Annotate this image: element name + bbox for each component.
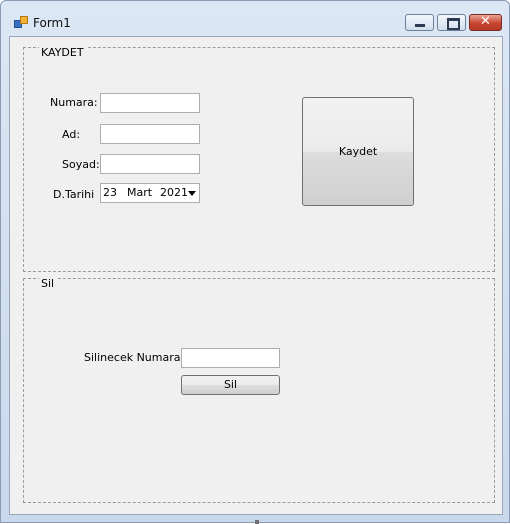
silinecek-numara-label: Silinecek Numara: (84, 351, 185, 364)
sil-button[interactable]: Sil (181, 375, 280, 395)
maximize-button[interactable] (437, 14, 466, 31)
ad-label: Ad: (62, 128, 81, 141)
close-icon: ✕ (480, 14, 491, 29)
form-client-area: KAYDET Numara: Ad: Soyad: D.Tarihi 23 Ma… (9, 36, 503, 515)
date-month: Mart (127, 186, 153, 199)
sil-group-title: Sil (39, 277, 57, 290)
dtarihi-label: D.Tarihi (53, 188, 95, 201)
numara-label: Numara: (50, 96, 98, 109)
soyad-input[interactable] (100, 154, 200, 174)
silinecek-numara-input[interactable] (181, 348, 280, 368)
window-title: Form1 (33, 16, 71, 30)
kaydet-group-title: KAYDET (39, 46, 86, 59)
chevron-down-icon[interactable] (188, 191, 196, 196)
date-year: 2021 (160, 186, 188, 199)
maximize-icon (447, 18, 460, 30)
kaydet-groupbox: KAYDET Numara: Ad: Soyad: D.Tarihi 23 Ma… (23, 46, 495, 272)
minimize-button[interactable] (405, 14, 434, 31)
numara-input[interactable] (100, 93, 200, 113)
ad-input[interactable] (100, 124, 200, 144)
dtarihi-datepicker[interactable]: 23 Mart 2021 (100, 183, 200, 203)
main-window: Form1 ✕ KAYDET Numara: Ad: Soyad: D.Tari… (0, 0, 510, 524)
minimize-icon (415, 24, 425, 27)
kaydet-button[interactable]: Kaydet (302, 97, 414, 206)
resize-grip-icon[interactable] (255, 520, 259, 524)
date-day: 23 (103, 186, 117, 199)
form-app-icon (14, 16, 28, 28)
soyad-label: Soyad: (62, 158, 100, 171)
sil-groupbox: Sil Silinecek Numara: Sil (23, 277, 495, 503)
close-button[interactable]: ✕ (469, 14, 502, 31)
title-bar[interactable]: Form1 ✕ (1, 1, 509, 37)
